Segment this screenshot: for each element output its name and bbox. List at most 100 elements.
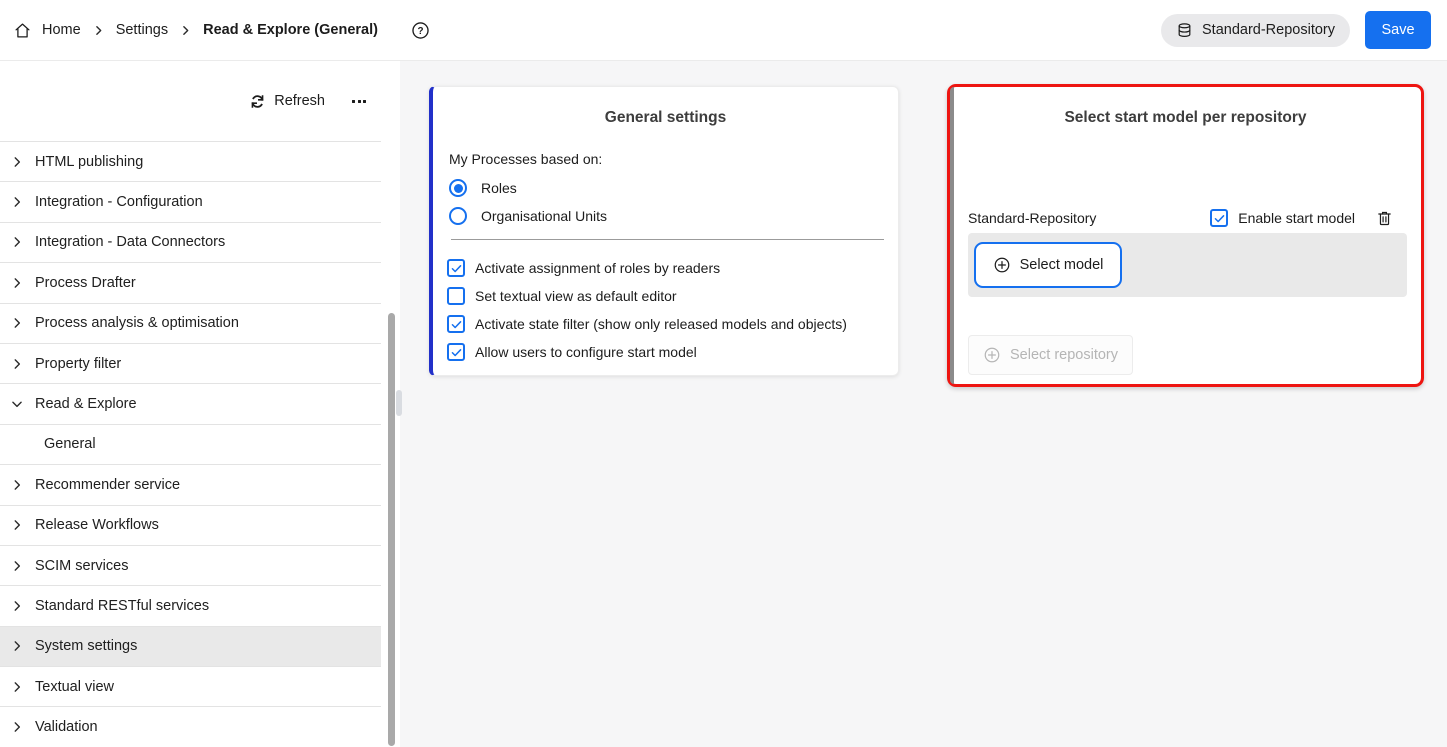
sidebar-item-label: Property filter [35, 356, 121, 372]
breadcrumb-home[interactable]: Home [42, 22, 81, 38]
repository-row-actions: Enable start model [1210, 209, 1393, 227]
refresh-button[interactable]: Refresh [250, 93, 325, 109]
chevron-right-icon [92, 24, 105, 37]
sidebar-item-read-explore[interactable]: Read & Explore [0, 383, 381, 423]
sidebar-resize-handle[interactable] [396, 390, 402, 416]
chevron-right-icon [10, 316, 26, 330]
start-model-card: Select start model per repository Standa… [947, 84, 1424, 387]
sidebar-item-integration-configuration[interactable]: Integration - Configuration [0, 181, 381, 221]
radio-row-organisational-units: Organisational Units [449, 206, 607, 226]
start-model-title: Select start model per repository [950, 109, 1421, 127]
breadcrumb: Home Settings Read & Explore (General) ? [14, 21, 430, 40]
state-filter-checkbox-label: Activate state filter (show only release… [475, 316, 847, 332]
enable-start-model-label: Enable start model [1238, 210, 1355, 226]
organisational-units-radio-label: Organisational Units [481, 208, 607, 224]
sidebar-item-label: Recommender service [35, 477, 180, 493]
settings-sidebar: Refresh HTML publishing Integration - Co… [0, 61, 400, 747]
roles-radio[interactable] [449, 179, 467, 197]
sidebar-actions: Refresh [0, 61, 400, 141]
select-model-button[interactable]: Select model [974, 242, 1122, 288]
chevron-right-icon [10, 235, 26, 249]
sidebar-item-integration-data-connectors[interactable]: Integration - Data Connectors [0, 222, 381, 262]
save-button[interactable]: Save [1365, 11, 1431, 49]
sidebar-item-label: General [44, 436, 96, 452]
chevron-right-icon [10, 155, 26, 169]
help-icon[interactable]: ? [411, 21, 430, 40]
textual-default-checkbox-label: Set textual view as default editor [475, 288, 677, 304]
activate-roles-checkbox-label: Activate assignment of roles by readers [475, 260, 720, 276]
select-model-label: Select model [1020, 257, 1104, 273]
enable-start-model-checkbox[interactable] [1210, 209, 1228, 227]
ellipsis-icon [352, 100, 366, 103]
repository-selector-label: Standard-Repository [1202, 22, 1335, 38]
my-processes-label: My Processes based on: [449, 151, 602, 167]
roles-radio-label: Roles [481, 180, 517, 196]
select-repository-button[interactable]: Select repository [968, 335, 1133, 375]
chevron-right-icon [10, 720, 26, 734]
sidebar-item-label: Process Drafter [35, 275, 136, 291]
organisational-units-radio[interactable] [449, 207, 467, 225]
delete-repository-button[interactable] [1376, 209, 1393, 227]
chevron-right-icon [10, 276, 26, 290]
sidebar-item-label: Integration - Data Connectors [35, 234, 225, 250]
checkbox-row-state-filter: Activate state filter (show only release… [447, 314, 847, 334]
sidebar-item-textual-view[interactable]: Textual view [0, 666, 381, 706]
chevron-right-icon [10, 559, 26, 573]
general-settings-card: General settings My Processes based on: … [429, 86, 899, 376]
sidebar-item-label: Release Workflows [35, 517, 159, 533]
plus-circle-icon [993, 256, 1011, 274]
allow-start-model-checkbox-label: Allow users to configure start model [475, 344, 697, 360]
sidebar-item-system-settings[interactable]: System settings [0, 626, 381, 666]
sidebar-item-recommender-service[interactable]: Recommender service [0, 464, 381, 504]
refresh-label: Refresh [274, 93, 325, 109]
chevron-right-icon [179, 24, 192, 37]
sidebar-item-label: Integration - Configuration [35, 194, 203, 210]
sidebar-item-process-analysis[interactable]: Process analysis & optimisation [0, 303, 381, 343]
breadcrumb-settings[interactable]: Settings [116, 22, 168, 38]
chevron-right-icon [10, 478, 26, 492]
top-bar-actions: Standard-Repository Save [1161, 11, 1431, 49]
sidebar-item-scim-services[interactable]: SCIM services [0, 545, 381, 585]
checkbox-row-allow-start-model: Allow users to configure start model [447, 342, 697, 362]
sidebar-item-validation[interactable]: Validation [0, 706, 381, 746]
top-bar: Home Settings Read & Explore (General) ?… [0, 0, 1447, 61]
sidebar-item-read-explore-general[interactable]: General [0, 424, 381, 464]
radio-row-roles: Roles [449, 178, 517, 198]
textual-default-checkbox[interactable] [447, 287, 465, 305]
main-content: General settings My Processes based on: … [400, 61, 1447, 747]
allow-start-model-checkbox[interactable] [447, 343, 465, 361]
database-icon [1176, 22, 1193, 39]
select-repository-label: Select repository [1010, 347, 1118, 363]
chevron-right-icon [10, 518, 26, 532]
sidebar-scrollbar-thumb[interactable] [388, 313, 395, 746]
checkbox-row-textual-default: Set textual view as default editor [447, 286, 677, 306]
chevron-right-icon [10, 195, 26, 209]
sidebar-item-label: Validation [35, 719, 98, 735]
home-icon[interactable] [14, 22, 31, 39]
sidebar-item-release-workflows[interactable]: Release Workflows [0, 505, 381, 545]
sidebar-item-label: System settings [35, 638, 137, 654]
sidebar-item-html-publishing[interactable]: HTML publishing [0, 141, 381, 181]
sidebar-item-label: Textual view [35, 679, 114, 695]
general-settings-title: General settings [433, 109, 898, 127]
sidebar-item-standard-restful-services[interactable]: Standard RESTful services [0, 585, 381, 625]
repository-selector-button[interactable]: Standard-Repository [1161, 14, 1350, 47]
plus-circle-icon [983, 346, 1001, 364]
settings-page: { "colors": { "accent_blue": "#1570ef", … [0, 0, 1447, 747]
activate-roles-checkbox[interactable] [447, 259, 465, 277]
more-options-button[interactable] [352, 100, 366, 103]
state-filter-checkbox[interactable] [447, 315, 465, 333]
sidebar-item-label: Read & Explore [35, 396, 137, 412]
chevron-right-icon [10, 599, 26, 613]
chevron-right-icon [10, 680, 26, 694]
breadcrumb-current: Read & Explore (General) [203, 22, 378, 38]
sidebar-item-label: HTML publishing [35, 154, 143, 170]
sidebar-item-label: Process analysis & optimisation [35, 315, 239, 331]
settings-nav-list: HTML publishing Integration - Configurat… [0, 141, 381, 747]
sidebar-item-property-filter[interactable]: Property filter [0, 343, 381, 383]
trash-icon [1376, 209, 1393, 227]
sidebar-item-process-drafter[interactable]: Process Drafter [0, 262, 381, 302]
divider [451, 239, 884, 240]
sidebar-item-label: SCIM services [35, 558, 128, 574]
card-accent-bar [950, 87, 954, 384]
